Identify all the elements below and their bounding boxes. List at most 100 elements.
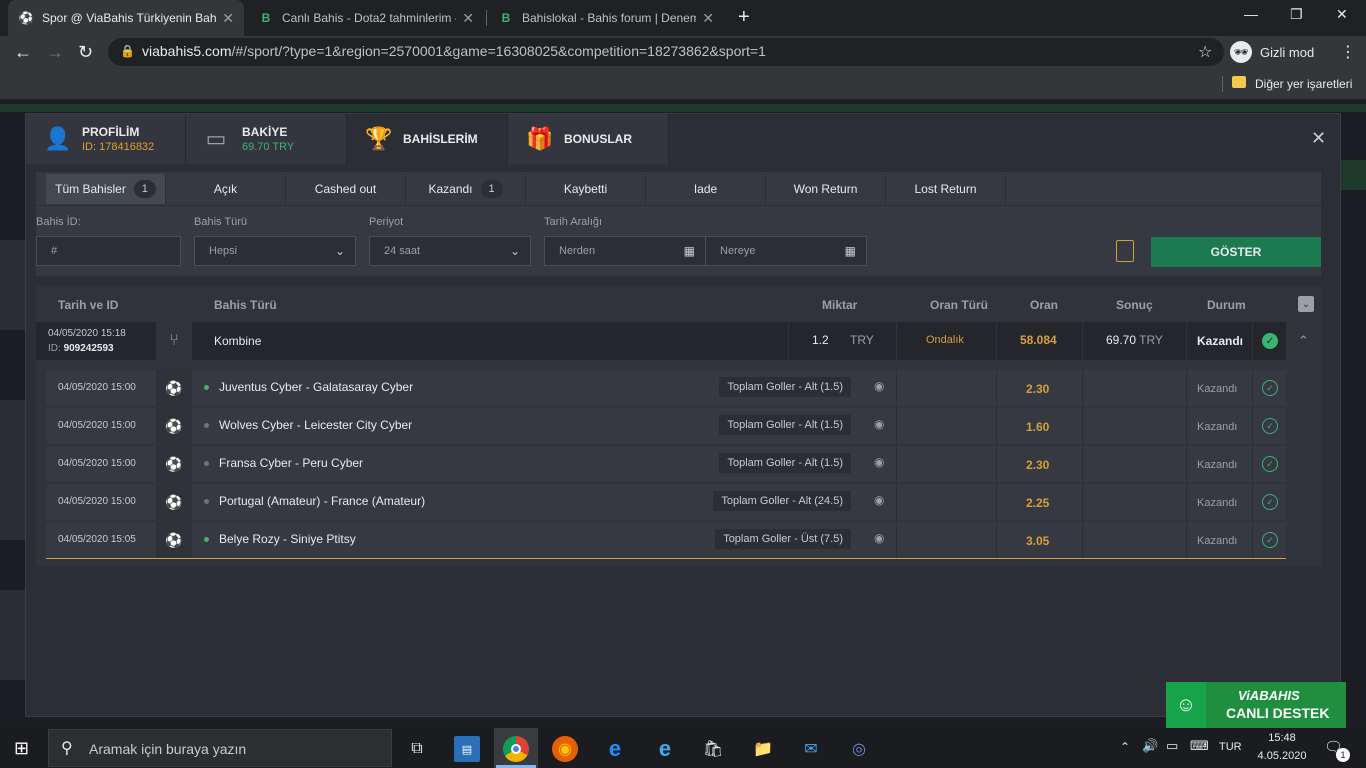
tab-balance[interactable]: ▭ BAKİYE 69.70 TRY: [186, 114, 347, 164]
browser-tab-viabahis[interactable]: ⚽ Spor @ ViaBahis Türkiyenin Bahis ✕: [8, 0, 244, 36]
wallet-icon: ▭: [205, 126, 227, 151]
filter-tab-lost-return[interactable]: Lost Return: [886, 174, 1006, 204]
leg-row[interactable]: 04/05/2020 15:05 ⚽ Belye Rozy - Siniye Pti…: [46, 522, 1286, 558]
browser-tab-canli-bahis[interactable]: B Canlı Bahis - Dota2 tahminlerim - ✕: [248, 0, 484, 36]
cell-separator: [896, 408, 897, 444]
bet-row[interactable]: 04/05/2020 15:18 ID: 909242593 ⑂ Kombine…: [36, 322, 1321, 360]
close-icon[interactable]: ✕: [702, 10, 714, 27]
expand-all-icon[interactable]: ⌄: [1298, 296, 1314, 312]
forward-arrow-icon[interactable]: →: [46, 42, 64, 62]
filter-tab-label: Açık: [213, 182, 238, 196]
leg-status: Kazandı: [1197, 497, 1238, 509]
bet-id-input[interactable]: #: [36, 236, 181, 266]
leg-row[interactable]: 04/05/2020 15:00 ⚽ Fransa Cyber - Peru Cyb…: [46, 446, 1286, 482]
lock-icon[interactable]: 🔒: [120, 44, 135, 58]
balance-amount: 69.70 TRY: [242, 141, 295, 153]
filter-tab-refund[interactable]: Iade: [646, 174, 766, 204]
my-bets-modal: 👤 PROFİLİM ID: 178416832 ▭ BAKİYE 69.70 …: [25, 113, 1341, 717]
filter-tab-all[interactable]: Tüm Bahisler 1: [46, 174, 166, 204]
soccer-ball-icon: ⚽: [156, 370, 192, 406]
discord-icon[interactable]: ◎: [846, 736, 872, 762]
bet-type: Kombine: [214, 334, 262, 348]
browser-tab-strip: ⚽ Spor @ ViaBahis Türkiyenin Bahis ✕ B C…: [0, 0, 1366, 36]
period-select[interactable]: 24 saat ⌄: [369, 236, 531, 266]
menu-kebab-icon[interactable]: ⋮: [1340, 42, 1356, 62]
edge-icon[interactable]: e: [652, 736, 678, 762]
new-tab-button[interactable]: +: [738, 6, 750, 29]
network-icon[interactable]: ▭: [1166, 738, 1178, 754]
info-icon[interactable]: ◉: [874, 379, 884, 393]
modal-close-icon[interactable]: ✕: [1311, 128, 1326, 149]
clipboard-icon[interactable]: [1116, 240, 1134, 262]
task-view-icon[interactable]: ⧉: [404, 736, 430, 762]
bet-result-currency: TRY: [1139, 333, 1163, 347]
info-icon[interactable]: ◉: [874, 531, 884, 545]
browser-tab-bahislokal[interactable]: B Bahislokal - Bahis forum | Denem ✕: [488, 0, 724, 36]
clock-time[interactable]: 15:48: [1262, 732, 1302, 744]
leg-row[interactable]: 04/05/2020 15:00 ⚽ Juventus Cyber - Galata…: [46, 370, 1286, 406]
filter-tab-won[interactable]: Kazandı 1: [406, 174, 526, 204]
chevron-up-icon[interactable]: ⌃: [1286, 322, 1321, 360]
filter-tab-label: Won Return: [793, 182, 858, 196]
filter-tab-open[interactable]: Açık: [166, 174, 286, 204]
filter-tab-lost[interactable]: Kaybetti: [526, 174, 646, 204]
leg-time: 04/05/2020 15:00: [58, 420, 136, 431]
filter-tab-label: Cashed out: [314, 182, 377, 196]
mail-icon[interactable]: ✉: [798, 736, 824, 762]
app-icon[interactable]: ▤: [454, 736, 480, 762]
keyboard-icon[interactable]: ⌨: [1190, 738, 1209, 754]
show-button[interactable]: GÖSTER: [1151, 237, 1321, 267]
tab-label: BONUSLAR: [564, 132, 632, 146]
taskbar-search-input[interactable]: ⚲ Aramak için buraya yazın: [48, 729, 392, 767]
leg-row[interactable]: 04/05/2020 15:00 ⚽ Portugal (Amateur) - Fr…: [46, 484, 1286, 520]
tab-bonuses[interactable]: 🎁 BONUSLAR: [508, 114, 669, 164]
minimize-button[interactable]: —: [1244, 6, 1258, 22]
info-icon[interactable]: ◉: [874, 455, 884, 469]
windows-start-icon[interactable]: ⊞: [14, 738, 29, 759]
speaker-icon[interactable]: 🔊: [1142, 738, 1158, 754]
leg-status: Kazandı: [1197, 535, 1238, 547]
tab-my-bets[interactable]: 🏆 BAHİSLERİM: [347, 114, 508, 164]
column-header-amount: Miktar: [822, 298, 858, 312]
live-support-button[interactable]: ☺ ViABAHIS CANLI DESTEK: [1166, 682, 1346, 728]
bookmark-star-icon[interactable]: ☆: [1198, 42, 1212, 62]
column-header-odds-type: Oran Türü: [930, 298, 989, 312]
cell-separator: [1252, 446, 1253, 482]
tab-title: Canlı Bahis - Dota2 tahminlerim -: [282, 11, 457, 25]
info-icon[interactable]: ◉: [874, 493, 884, 507]
language-indicator[interactable]: TUR: [1219, 741, 1242, 753]
date-to-input[interactable]: Nereye ▦: [705, 236, 867, 266]
clock-date[interactable]: 4.05.2020: [1254, 750, 1310, 762]
filter-tab-cashed-out[interactable]: Cashed out: [286, 174, 406, 204]
leg-row[interactable]: 04/05/2020 15:00 ⚽ Wolves Cyber - Leiceste…: [46, 408, 1286, 444]
bet-type-select[interactable]: Hepsi ⌄: [194, 236, 356, 266]
store-icon[interactable]: 🛍: [700, 736, 726, 762]
bet-status: Kazandı: [1197, 334, 1244, 348]
site-header-strip: [0, 104, 1366, 112]
file-explorer-icon[interactable]: 📁: [750, 736, 776, 762]
incognito-indicator[interactable]: 🕶 Gizli mod: [1230, 40, 1314, 64]
filter-tab-label: Lost Return: [914, 182, 977, 196]
leg-status: Kazandı: [1197, 459, 1238, 471]
cell-separator: [996, 484, 997, 520]
firefox-icon[interactable]: ◉: [552, 736, 578, 762]
url-text[interactable]: viabahis5.com/#/sport/?type=1&region=257…: [142, 43, 766, 59]
info-icon[interactable]: ◉: [874, 417, 884, 431]
divider: [36, 205, 1321, 206]
reload-icon[interactable]: ↻: [78, 42, 93, 62]
won-check-icon: ✓: [1262, 532, 1278, 548]
close-icon[interactable]: ✕: [462, 10, 474, 27]
tab-title: Spor @ ViaBahis Türkiyenin Bahis: [42, 11, 217, 25]
tab-profile[interactable]: 👤 PROFİLİM ID: 178416832: [26, 114, 186, 164]
chevron-up-icon[interactable]: ⌃: [1120, 740, 1130, 754]
back-arrow-icon[interactable]: ←: [14, 42, 32, 62]
close-icon[interactable]: ✕: [222, 10, 234, 27]
date-from-input[interactable]: Nerden ▦: [544, 236, 706, 266]
other-bookmarks-label[interactable]: Diğer yer işaretleri: [1255, 77, 1352, 91]
internet-explorer-icon[interactable]: e: [602, 736, 628, 762]
chrome-icon[interactable]: [503, 736, 529, 762]
maximize-button[interactable]: ❐: [1290, 6, 1303, 23]
tab-bar-fill: [669, 114, 1340, 164]
filter-tab-won-return[interactable]: Won Return: [766, 174, 886, 204]
window-close-button[interactable]: ✕: [1336, 6, 1348, 23]
